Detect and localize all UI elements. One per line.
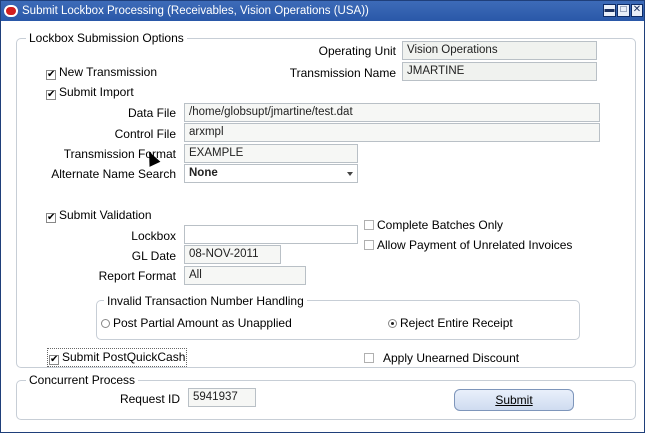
submit-import-checkbox[interactable]: ✔ Submit Import — [46, 85, 134, 100]
submit-postquickcash-label: Submit PostQuickCash — [62, 350, 186, 364]
close-icon[interactable]: ✕ — [631, 4, 643, 17]
submission-options-legend: Lockbox Submission Options — [26, 31, 187, 45]
new-transmission-label: New Transmission — [59, 65, 158, 79]
transmission-format-field[interactable]: EXAMPLE — [184, 144, 358, 163]
form-content: Lockbox Submission Options Operating Uni… — [4, 23, 641, 430]
operating-unit-label: Operating Unit — [318, 44, 396, 58]
gl-date-label: GL Date — [131, 249, 176, 263]
transmission-name-label: Transmission Name — [289, 66, 396, 80]
report-format-field[interactable]: All — [184, 266, 306, 285]
allow-payment-label: Allow Payment of Unrelated Invoices — [377, 238, 573, 252]
apply-unearned-checkbox[interactable]: Apply Unearned Discount — [364, 351, 519, 365]
reject-entire-radio-icon — [388, 319, 397, 328]
submit-validation-label: Submit Validation — [59, 208, 152, 222]
submit-postquickcash-checkbox[interactable]: ✔ Submit PostQuickCash — [46, 348, 188, 367]
submit-button-label: Submit — [495, 393, 533, 407]
minimize-icon[interactable]: ▬ — [603, 4, 616, 17]
allow-payment-checkbox[interactable]: Allow Payment of Unrelated Invoices — [364, 238, 572, 252]
new-transmission-checkbox[interactable]: ✔ New Transmission — [46, 65, 157, 80]
submit-postquickcash-check-icon: ✔ — [49, 354, 59, 365]
chevron-down-icon — [347, 172, 353, 176]
complete-batches-label: Complete Batches Only — [377, 218, 504, 232]
request-id-label: Request ID — [119, 392, 180, 406]
reject-entire-radio[interactable]: Reject Entire Receipt — [388, 316, 513, 330]
post-partial-radio-icon — [101, 319, 110, 328]
alternate-name-search-label: Alternate Name Search — [51, 167, 176, 181]
allow-payment-box-icon — [364, 240, 374, 250]
post-partial-label: Post Partial Amount as Unapplied — [113, 316, 292, 330]
operating-unit-field[interactable]: Vision Operations — [402, 41, 597, 60]
lockbox-field[interactable] — [184, 225, 358, 244]
alternate-name-search-value: None — [189, 167, 218, 179]
control-file-field[interactable]: arxmpl — [184, 123, 600, 142]
post-partial-radio[interactable]: Post Partial Amount as Unapplied — [101, 316, 292, 330]
maximize-icon[interactable]: □ — [617, 4, 630, 17]
window-title: Submit Lockbox Processing (Receivables, … — [22, 5, 369, 17]
data-file-field[interactable]: /home/globsupt/jmartine/test.dat — [184, 103, 600, 122]
submit-import-label: Submit Import — [59, 85, 134, 99]
concurrent-process-legend: Concurrent Process — [26, 373, 139, 387]
invalid-handling-legend: Invalid Transaction Number Handling — [104, 294, 307, 308]
gl-date-field[interactable]: 08-NOV-2011 — [184, 245, 281, 264]
submit-validation-check-icon: ✔ — [46, 212, 56, 223]
lockbox-window: Submit Lockbox Processing (Receivables, … — [0, 0, 645, 433]
alternate-name-search-select[interactable]: None — [184, 164, 358, 183]
complete-batches-checkbox[interactable]: Complete Batches Only — [364, 218, 503, 232]
report-format-label: Report Format — [98, 269, 176, 283]
control-file-label: Control File — [114, 127, 176, 141]
apply-unearned-label: Apply Unearned Discount — [383, 351, 520, 365]
request-id-field[interactable]: 5941937 — [188, 388, 256, 407]
data-file-label: Data File — [127, 106, 176, 120]
submit-validation-checkbox[interactable]: ✔ Submit Validation — [46, 208, 152, 223]
submit-button[interactable]: Submit — [454, 389, 574, 411]
title-bar[interactable]: Submit Lockbox Processing (Receivables, … — [1, 1, 644, 21]
complete-batches-box-icon — [364, 220, 374, 230]
submit-import-check-icon: ✔ — [46, 89, 56, 100]
transmission-name-field[interactable]: JMARTINE — [402, 62, 597, 81]
apply-unearned-box-icon — [364, 353, 374, 363]
lockbox-label: Lockbox — [131, 229, 176, 243]
new-transmission-check-icon: ✔ — [46, 69, 56, 80]
oracle-app-icon — [4, 5, 18, 17]
reject-entire-label: Reject Entire Receipt — [400, 316, 513, 330]
